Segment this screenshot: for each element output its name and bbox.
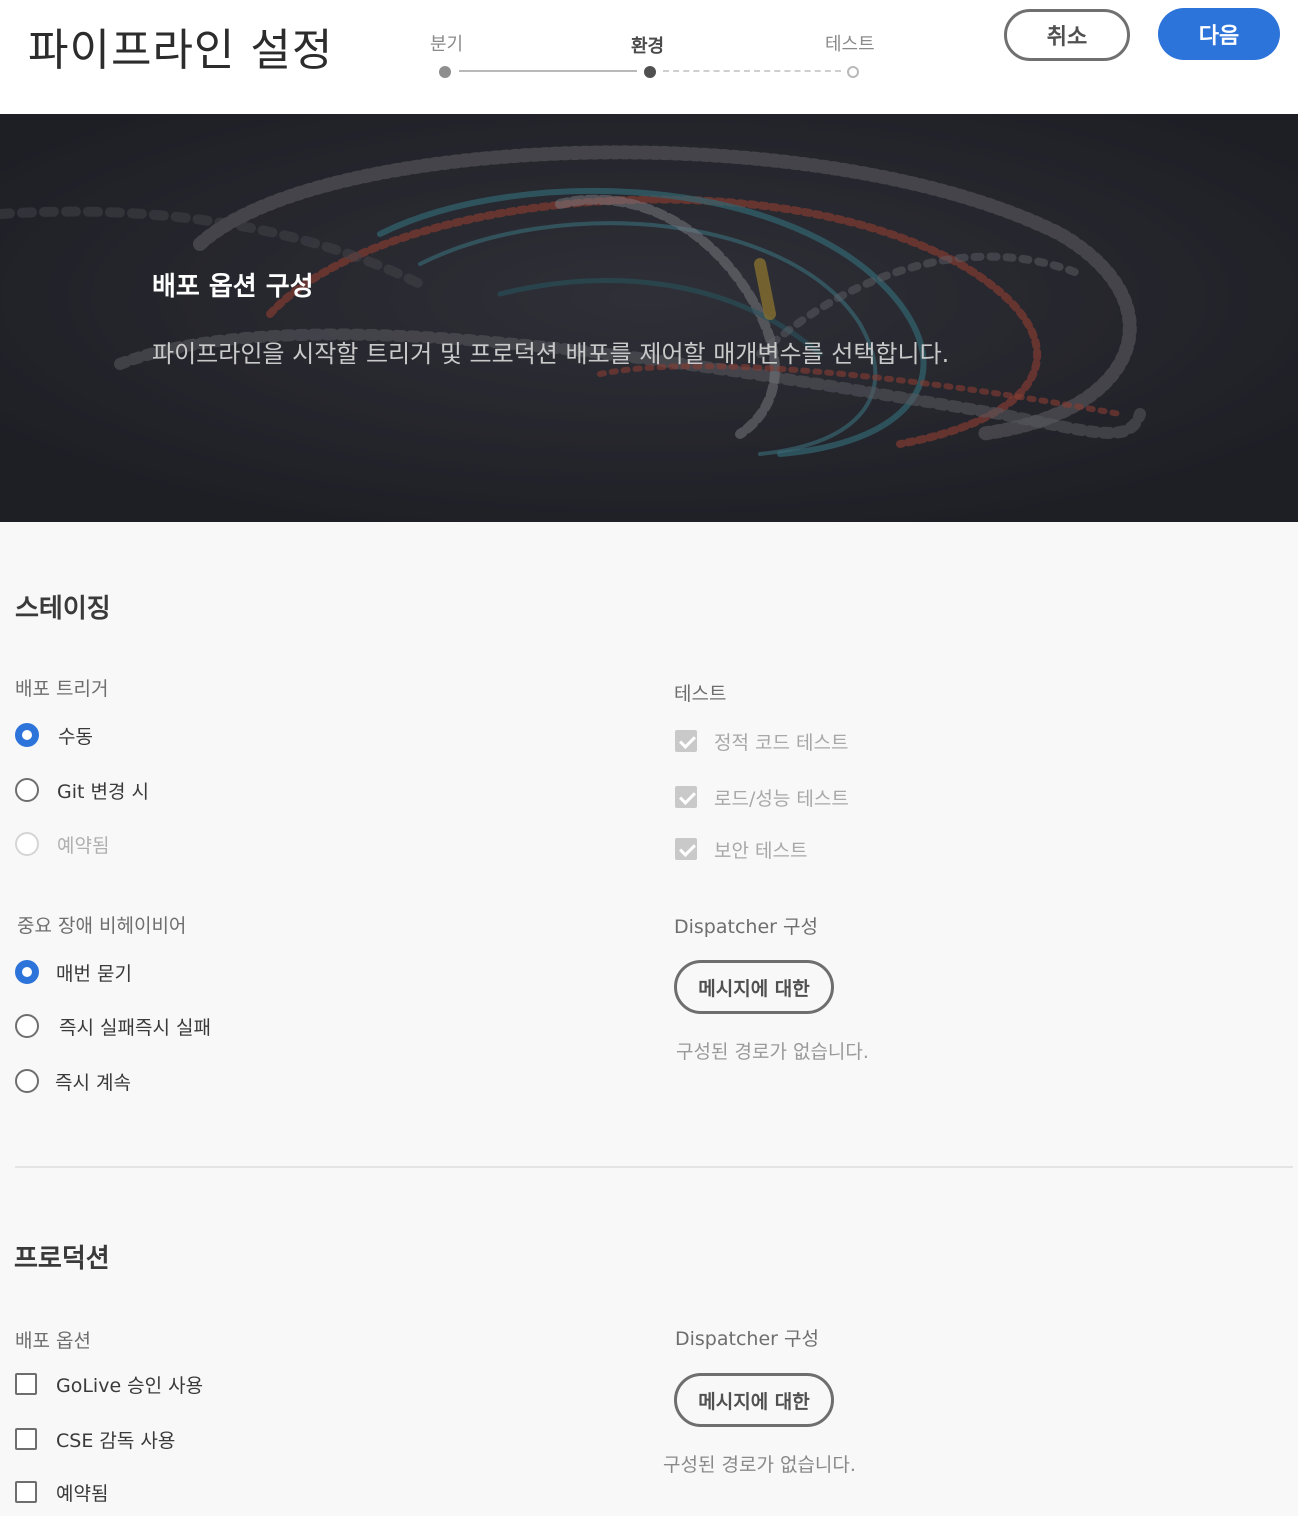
hero-background-art bbox=[0, 114, 1298, 522]
step-test-label[interactable]: 테스트 bbox=[825, 30, 875, 56]
checkbox-load-performance-test: 로드/성능 테스트 bbox=[675, 782, 849, 812]
checkbox-checked-disabled bbox=[675, 730, 697, 752]
step-test-dot bbox=[847, 66, 859, 78]
header-bar: 파이프라인 설정 분기 환경 테스트 취소 다음 bbox=[0, 0, 1298, 114]
staging-dispatcher-label: Dispatcher 구성 bbox=[674, 916, 818, 938]
checkbox-security-test: 보안 테스트 bbox=[675, 834, 807, 864]
step-connector-line bbox=[459, 70, 637, 72]
tests-label: 테스트 bbox=[674, 683, 727, 705]
radio-label: 예약됨 bbox=[57, 834, 110, 857]
next-button[interactable]: 다음 bbox=[1158, 8, 1280, 60]
checkbox-label: GoLive 승인 사용 bbox=[56, 1374, 204, 1397]
step-connector-line-pending bbox=[663, 70, 841, 72]
radio-label: 즉시 실패즉시 실패 bbox=[59, 1016, 211, 1039]
production-dispatcher-button[interactable]: 메시지에 대한 bbox=[674, 1373, 834, 1427]
step-branch-label[interactable]: 분기 bbox=[430, 30, 463, 56]
radio-failure-continue-immediately[interactable]: 즉시 계속 bbox=[15, 1066, 131, 1096]
radio-button-checked[interactable] bbox=[15, 960, 39, 984]
hero-description: 파이프라인을 시작할 트리거 및 프로덕션 배포를 제어할 매개변수를 선택합니… bbox=[152, 340, 950, 368]
radio-label: Git 변경 시 bbox=[57, 780, 149, 803]
checkbox-cse-oversight[interactable]: CSE 감독 사용 bbox=[15, 1424, 175, 1454]
radio-button-disabled bbox=[15, 832, 39, 856]
radio-button[interactable] bbox=[15, 778, 39, 802]
checkbox-scheduled[interactable]: 예약됨 bbox=[15, 1477, 108, 1507]
checkbox-label: 정적 코드 테스트 bbox=[714, 731, 849, 754]
checkbox-label: 보안 테스트 bbox=[714, 839, 808, 862]
radio-button-checked[interactable] bbox=[15, 723, 39, 747]
step-environment-dot bbox=[644, 66, 656, 78]
checkbox[interactable] bbox=[15, 1428, 37, 1450]
hero-title: 배포 옵션 구성 bbox=[152, 272, 314, 302]
radio-button[interactable] bbox=[15, 1069, 39, 1093]
radio-failure-fail-immediately[interactable]: 즉시 실패즉시 실패 bbox=[15, 1011, 211, 1041]
staging-dispatcher-button[interactable]: 메시지에 대한 bbox=[674, 960, 834, 1014]
radio-button[interactable] bbox=[15, 1014, 39, 1038]
step-environment-label[interactable]: 환경 bbox=[631, 32, 664, 58]
checkbox-checked-disabled bbox=[675, 838, 697, 860]
deploy-options-label: 배포 옵션 bbox=[15, 1330, 91, 1352]
step-branch-dot bbox=[439, 66, 451, 78]
staging-dispatcher-empty-text: 구성된 경로가 없습니다. bbox=[676, 1041, 869, 1063]
radio-label: 즉시 계속 bbox=[55, 1071, 131, 1094]
staging-section-title: 스테이징 bbox=[15, 594, 111, 624]
radio-trigger-scheduled: 예약됨 bbox=[15, 829, 109, 859]
radio-label: 수동 bbox=[58, 725, 93, 748]
radio-failure-ask-every-time[interactable]: 매번 묻기 bbox=[15, 957, 132, 987]
deploy-trigger-label: 배포 트리거 bbox=[15, 678, 109, 700]
checkbox[interactable] bbox=[15, 1373, 37, 1395]
checkbox-checked-disabled bbox=[675, 786, 697, 808]
radio-trigger-manual[interactable]: 수동 bbox=[15, 720, 93, 750]
checkbox[interactable] bbox=[15, 1481, 37, 1503]
checkbox-label: 예약됨 bbox=[56, 1482, 109, 1505]
section-divider bbox=[15, 1166, 1293, 1168]
production-dispatcher-label: Dispatcher 구성 bbox=[675, 1328, 819, 1350]
checkbox-static-code-test: 정적 코드 테스트 bbox=[675, 726, 848, 756]
checkbox-golive-approval[interactable]: GoLive 승인 사용 bbox=[15, 1369, 203, 1399]
hero-banner: 배포 옵션 구성 파이프라인을 시작할 트리거 및 프로덕션 배포를 제어할 매… bbox=[0, 114, 1298, 522]
production-section-title: 프로덕션 bbox=[14, 1244, 110, 1274]
radio-label: 매번 묻기 bbox=[56, 962, 132, 985]
checkbox-label: 로드/성능 테스트 bbox=[714, 787, 849, 810]
page-title: 파이프라인 설정 bbox=[28, 25, 334, 76]
cancel-button[interactable]: 취소 bbox=[1004, 9, 1130, 61]
important-failure-label: 중요 장애 비헤이비어 bbox=[17, 915, 187, 937]
radio-trigger-git-change[interactable]: Git 변경 시 bbox=[15, 775, 149, 805]
checkbox-label: CSE 감독 사용 bbox=[56, 1429, 176, 1452]
production-dispatcher-empty-text: 구성된 경로가 없습니다. bbox=[663, 1454, 856, 1476]
